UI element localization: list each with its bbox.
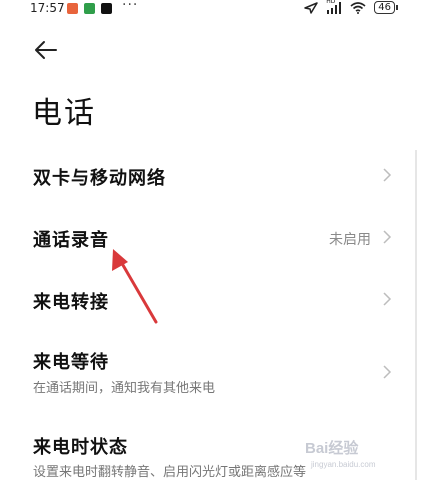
settings-item-label: 来电等待 <box>33 352 109 373</box>
app-notification-icon <box>84 3 95 14</box>
chevron-right-icon <box>383 365 392 379</box>
more-notifications-icon: ··· <box>122 0 139 13</box>
location-icon <box>304 1 319 14</box>
back-button[interactable] <box>28 34 62 68</box>
status-time: 17:57 <box>30 1 65 15</box>
battery-indicator: 46 <box>374 1 398 14</box>
settings-item-dual-sim[interactable]: 双卡与移动网络 <box>0 150 421 200</box>
baidu-watermark: Bai经验 jingyan.baidu.com <box>303 431 403 471</box>
settings-item-call-waiting[interactable]: 来电等待 在通话期间，通知我有其他来电 <box>0 340 421 405</box>
watermark-url: jingyan.baidu.com <box>310 460 376 469</box>
arrow-left-icon <box>35 41 57 59</box>
chevron-right-icon <box>383 230 392 244</box>
tiktok-icon <box>101 3 112 14</box>
wifi-icon <box>350 1 366 14</box>
settings-item-label: 来电时状态 <box>33 437 128 458</box>
chevron-right-icon <box>383 168 392 182</box>
signal-icon: HD <box>326 0 342 14</box>
settings-item-label: 通话录音 <box>33 230 109 251</box>
watermark-text: Bai经验 <box>305 439 359 457</box>
chevron-right-icon <box>383 292 392 306</box>
settings-item-call-recording[interactable]: 通话录音 未启用 <box>0 212 421 262</box>
settings-item-subtitle: 在通话期间，通知我有其他来电 <box>33 381 216 396</box>
settings-item-subtitle: 设置来电时翻转静音、启用闪光灯或距离感应等 <box>33 465 307 480</box>
settings-item-label: 来电转接 <box>33 292 109 313</box>
phone-settings-screen: 17:57 ··· HD 46 电话 双卡与移动网络 通话录音 未启用 来电转接… <box>0 0 421 481</box>
app-notification-icon <box>67 3 78 14</box>
page-title: 电话 <box>32 96 96 131</box>
settings-item-label: 双卡与移动网络 <box>33 168 166 189</box>
status-indicators: HD 46 <box>304 0 398 14</box>
settings-item-call-forwarding[interactable]: 来电转接 <box>0 275 421 325</box>
settings-item-value: 未启用 <box>329 232 371 248</box>
status-bar: 17:57 ··· HD 46 <box>0 0 421 18</box>
baidu-paw-logo: Bai经验 jingyan.baidu.com <box>305 439 376 469</box>
